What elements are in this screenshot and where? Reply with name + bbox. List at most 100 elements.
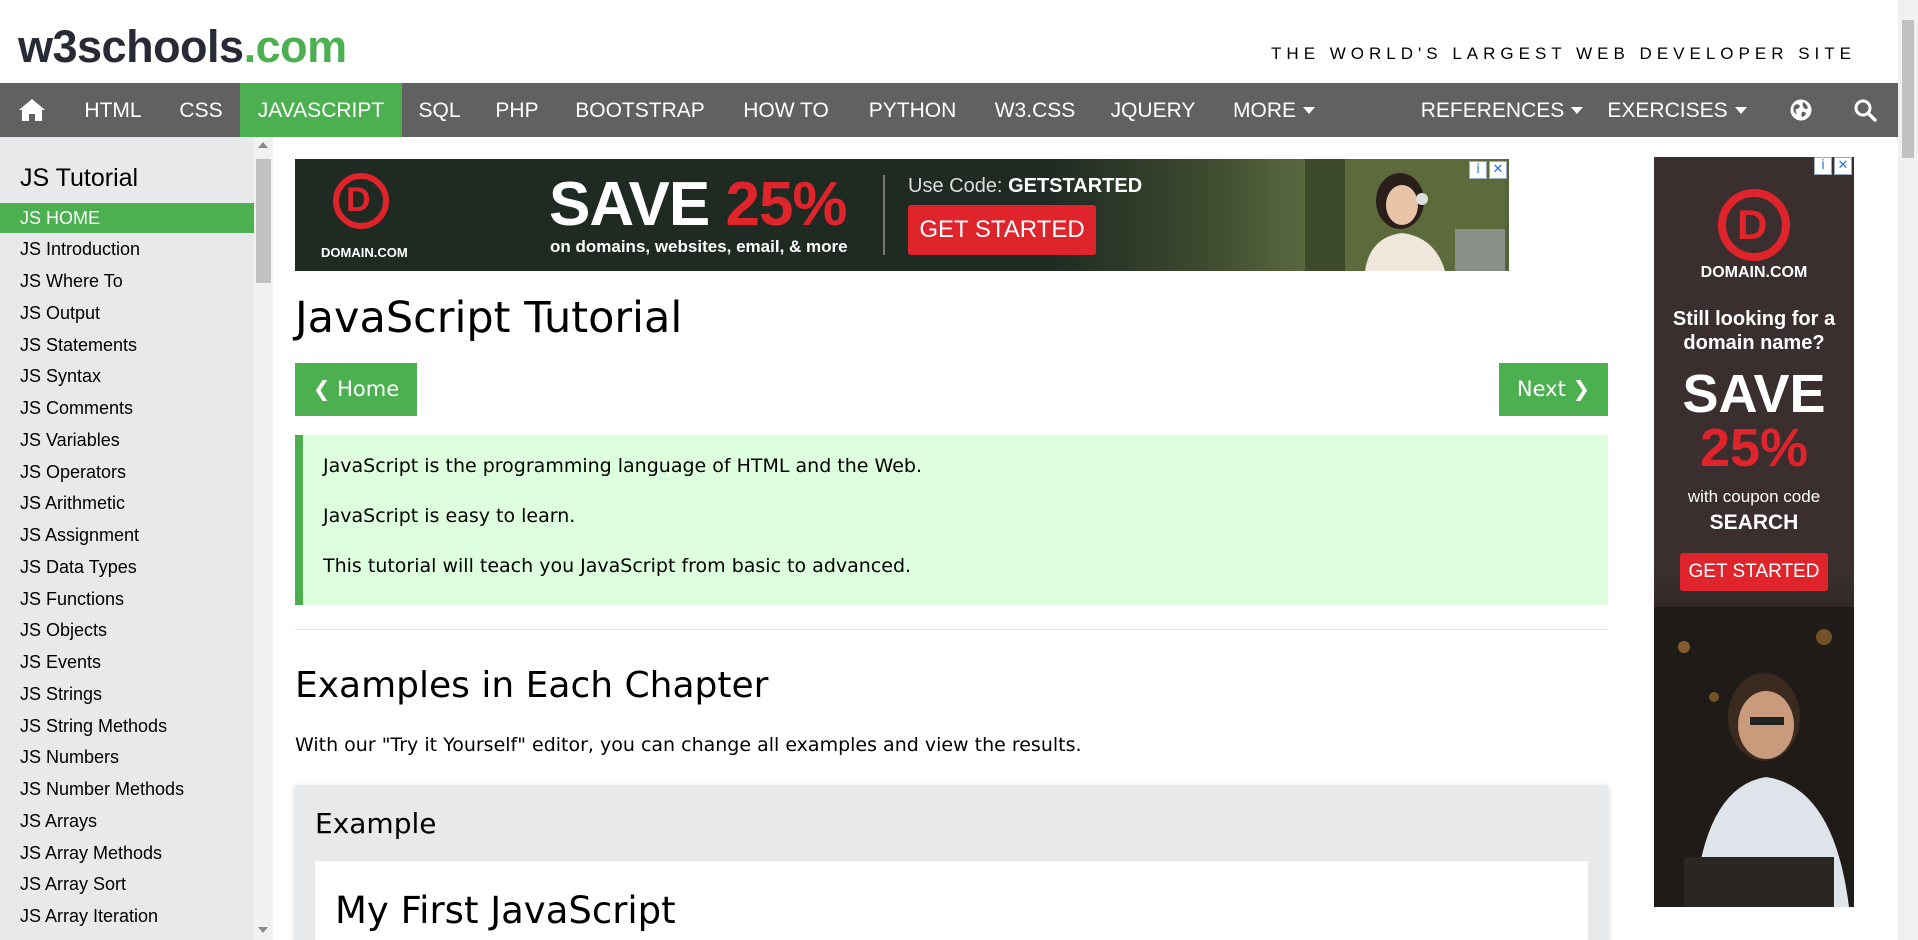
sidebar-item-js-assignment[interactable]: JS Assignment xyxy=(0,520,254,550)
sidebar-item-js-arithmetic[interactable]: JS Arithmetic xyxy=(0,488,254,518)
sidebar-item-js-comments[interactable]: JS Comments xyxy=(0,393,254,423)
right-ad-percent: 25% xyxy=(1699,418,1809,478)
sidebar-item-js-introduction[interactable]: JS Introduction xyxy=(0,234,254,264)
example-code: My First JavaScript xyxy=(315,861,1588,940)
section-title: Examples in Each Chapter xyxy=(295,665,769,706)
ad-subtitle: on domains, websites, email, & more xyxy=(550,237,848,256)
page-title: JavaScript Tutorial xyxy=(295,293,683,343)
sidebar-item-js-where-to[interactable]: JS Where To xyxy=(0,266,254,296)
ad-code: GETSTARTED xyxy=(1008,175,1143,197)
example-label: Example xyxy=(315,807,437,840)
sidebar-item-js-array-iteration[interactable]: JS Array Iteration xyxy=(0,901,254,931)
nav-item-javascript[interactable]: JAVASCRIPT xyxy=(240,83,402,137)
right-ad-coupon: with coupon code xyxy=(1687,487,1821,506)
sidebar-item-js-functions[interactable]: JS Functions xyxy=(0,584,254,614)
sidebar-item-js-string-methods[interactable]: JS String Methods xyxy=(0,711,254,741)
example-heading: My First JavaScript xyxy=(335,889,676,932)
ad-save-text: SAVE xyxy=(549,170,710,239)
divider xyxy=(295,629,1608,630)
nav-item-css[interactable]: CSS xyxy=(162,83,240,137)
nav-item-how-to[interactable]: HOW TO xyxy=(723,83,849,137)
domain-logo-letter: D xyxy=(1737,201,1768,248)
ad-get-started-button[interactable]: GET STARTED xyxy=(908,205,1096,255)
ad-banner[interactable]: D DOMAIN.COM SAVE 25% on domains, websit… xyxy=(295,159,1509,271)
sidebar-item-js-home[interactable]: JS HOME xyxy=(0,203,254,233)
globe-icon xyxy=(1790,99,1812,121)
ad-info-icon[interactable]: i xyxy=(1814,157,1832,175)
top-nav: HTML CSS JAVASCRIPT SQL PHP BOOTSTRAP HO… xyxy=(0,83,1898,137)
right-ad[interactable]: D DOMAIN.COM Still looking for a domain … xyxy=(1654,157,1854,907)
sidebar-title: JS Tutorial xyxy=(20,164,139,192)
intro-box: JavaScript is the programming language o… xyxy=(295,435,1608,605)
nav-item-w3css[interactable]: W3.CSS xyxy=(976,83,1094,137)
sidebar-item-js-syntax[interactable]: JS Syntax xyxy=(0,361,254,391)
ad-code-line: Use Code: GETSTARTED xyxy=(908,175,1142,198)
prev-home-button[interactable]: ❮ Home xyxy=(295,363,417,416)
sidebar-item-js-array-sort[interactable]: JS Array Sort xyxy=(0,869,254,899)
nav-item-html[interactable]: HTML xyxy=(64,83,162,137)
ad-percent: 25% xyxy=(725,170,847,239)
sidebar-item-js-array-methods[interactable]: JS Array Methods xyxy=(0,838,254,868)
sidebar-scrollbar-thumb[interactable] xyxy=(256,159,271,283)
nav-item-more[interactable]: MORE xyxy=(1212,83,1336,137)
ad-close-icon[interactable]: ✕ xyxy=(1834,157,1852,175)
nav-item-python[interactable]: PYTHON xyxy=(849,83,976,137)
search-icon xyxy=(1854,99,1877,122)
ad-headline: SAVE 25% xyxy=(549,169,848,240)
example-box: Example My First JavaScript xyxy=(295,785,1608,940)
nav-more-label: MORE xyxy=(1233,99,1296,122)
home-icon xyxy=(19,99,45,121)
sidebar-item-js-variables[interactable]: JS Variables xyxy=(0,425,254,455)
site-logo[interactable]: w3schools.com xyxy=(18,22,347,72)
ad-brand: DOMAIN.COM xyxy=(321,245,408,260)
right-ad-brand: DOMAIN.COM xyxy=(1700,264,1808,281)
nav-item-exercises[interactable]: EXERCISES xyxy=(1604,83,1750,137)
intro-text: JavaScript is the programming language o… xyxy=(323,455,922,477)
sidebar-item-js-arrays[interactable]: JS Arrays xyxy=(0,806,254,836)
site-header: w3schools.com THE WORLD'S LARGEST WEB DE… xyxy=(0,0,1898,83)
sidebar-item-js-objects[interactable]: JS Objects xyxy=(0,615,254,645)
nav-item-references[interactable]: REFERENCES xyxy=(1418,83,1586,137)
sidebar-item-js-data-types[interactable]: JS Data Types xyxy=(0,552,254,582)
right-ad-person-image xyxy=(1654,607,1854,907)
intro-text: JavaScript is easy to learn. xyxy=(323,505,576,527)
sidebar-item-js-strings[interactable]: JS Strings xyxy=(0,679,254,709)
scroll-up-arrow-icon[interactable] xyxy=(258,142,268,148)
caret-down-icon xyxy=(1303,107,1315,114)
nav-translate[interactable] xyxy=(1776,83,1826,137)
nav-item-bootstrap[interactable]: BOOTSTRAP xyxy=(557,83,723,137)
right-ad-code: SEARCH xyxy=(1709,511,1799,534)
nav-item-jquery[interactable]: JQUERY xyxy=(1094,83,1212,137)
sidebar-item-js-events[interactable]: JS Events xyxy=(0,647,254,677)
section-text: With our "Try it Yourself" editor, you c… xyxy=(295,734,1082,756)
sidebar: JS Tutorial JS HOME JS Introduction JS W… xyxy=(0,137,273,940)
nav-exercises-label: EXERCISES xyxy=(1607,99,1728,122)
caret-down-icon xyxy=(1734,107,1747,114)
sidebar-item-js-numbers[interactable]: JS Numbers xyxy=(0,742,254,772)
scroll-down-arrow-icon[interactable] xyxy=(258,927,268,933)
nav-references-label: REFERENCES xyxy=(1420,99,1565,122)
intro-text: This tutorial will teach you JavaScript … xyxy=(323,555,912,577)
nav-home[interactable] xyxy=(0,83,64,137)
right-ad-get-started-button[interactable]: GET STARTED xyxy=(1680,553,1828,591)
sidebar-item-js-statements[interactable]: JS Statements xyxy=(0,330,254,360)
next-button[interactable]: Next ❯ xyxy=(1499,363,1608,416)
right-ad-save: SAVE xyxy=(1682,364,1826,424)
sidebar-item-js-number-methods[interactable]: JS Number Methods xyxy=(0,774,254,804)
nav-search[interactable] xyxy=(1840,83,1890,137)
nav-item-php[interactable]: PHP xyxy=(477,83,557,137)
ad-info-icon[interactable]: i xyxy=(1469,161,1487,179)
ad-close-icon[interactable]: ✕ xyxy=(1489,161,1507,179)
sidebar-item-js-output[interactable]: JS Output xyxy=(0,298,254,328)
ad-divider xyxy=(883,175,885,255)
page-scrollbar-thumb[interactable] xyxy=(1902,20,1914,158)
right-ad-line2: domain name? xyxy=(1683,332,1825,354)
ad-code-label: Use Code: xyxy=(908,175,1003,197)
domain-logo-letter: D xyxy=(346,181,371,219)
caret-down-icon xyxy=(1571,107,1584,114)
right-ad-line1: Still looking for a xyxy=(1672,308,1836,330)
site-tagline: THE WORLD'S LARGEST WEB DEVELOPER SITE xyxy=(1271,44,1856,63)
main-content: D DOMAIN.COM SAVE 25% on domains, websit… xyxy=(295,137,1608,940)
nav-item-sql[interactable]: SQL xyxy=(402,83,477,137)
sidebar-item-js-operators[interactable]: JS Operators xyxy=(0,457,254,487)
